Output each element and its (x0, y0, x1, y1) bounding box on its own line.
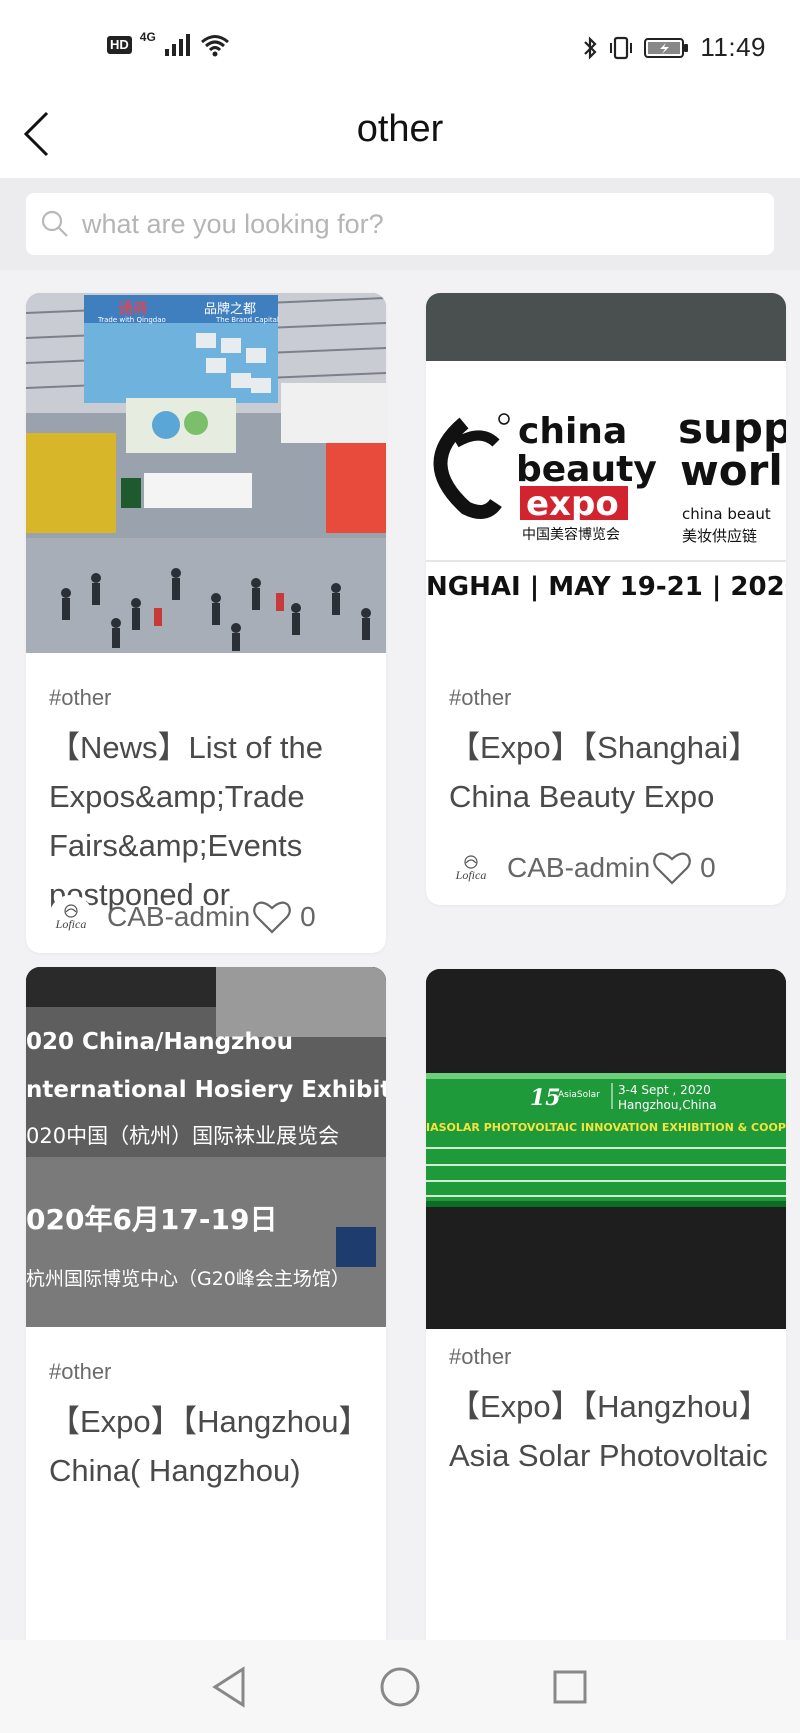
post-title: 【Expo】【Hangzhou】China( Hangzhou) (49, 1404, 354, 1488)
solar-text-date: 3-4 Sept , 2020 (618, 1083, 711, 1097)
hosiery-text-5: 杭州国际博览中心（G20峰会主场馆） (26, 1268, 350, 1290)
expo-text-worl: worl (680, 446, 783, 495)
post-card[interactable]: china beauty expo 中国美容博览会 supp worl chin… (426, 293, 786, 905)
author-row: Lofica CAB-admin 0 (449, 844, 716, 892)
hd-badge: HD (107, 36, 132, 54)
avatar-logo-text: Lofica (55, 917, 87, 931)
banner-text-2: 品牌之都 (204, 301, 256, 317)
post-feed[interactable]: 通商 品牌之都 Trade with Qingdao The Brand Cap… (0, 270, 800, 1640)
expo-text-cn2: 美妆供应链 (682, 527, 757, 545)
hosiery-banner: 020 China/Hangzhou nternational Hosiery … (26, 967, 386, 1327)
heart-icon (253, 901, 292, 934)
author-row: Lofica CAB-admin 0 (49, 893, 316, 941)
expo-text-china-beaut: china beaut (682, 505, 771, 523)
like-count: 0 (300, 901, 316, 932)
author-name[interactable]: CAB-admin (107, 901, 250, 933)
circle-home-icon (380, 1667, 420, 1707)
bluetooth-icon (584, 35, 597, 60)
header: other (0, 96, 800, 178)
triangle-back-icon (212, 1666, 245, 1708)
author-name[interactable]: CAB-admin (507, 852, 650, 884)
like-button[interactable]: 0 (252, 899, 316, 935)
hosiery-text-3: 020中国（杭州）国际袜业展览会 (26, 1124, 339, 1148)
search-bar (0, 178, 800, 270)
post-card[interactable]: 020 China/Hangzhou nternational Hosiery … (26, 967, 386, 1640)
search-input[interactable] (82, 208, 774, 240)
network-type: 4G (139, 30, 156, 44)
clock: 11:49 (700, 32, 766, 62)
post-image: china beauty expo 中国美容博览会 supp worl chin… (426, 293, 786, 653)
banner-text-1: 通商 (118, 299, 148, 317)
solar-text-city: Hangzhou,China (618, 1098, 717, 1112)
solar-text-brand: AsiaSolar (558, 1090, 600, 1100)
expo-date-text: NGHAI | MAY 19-21 | 2020 ED (426, 572, 786, 602)
station-photo: 通商 品牌之都 Trade with Qingdao The Brand Cap… (26, 293, 386, 653)
search-icon (41, 210, 68, 237)
expo-text-china: china (518, 411, 627, 452)
search-box[interactable] (26, 193, 774, 255)
heart-icon (653, 852, 692, 885)
post-tag: #other (49, 1359, 112, 1384)
post-title: 【Expo】【Hangzhou】Asia Solar Photovoltaic (449, 1389, 768, 1473)
status-left: HD 4G (107, 30, 230, 57)
banner-text-4: The Brand Capital (215, 316, 279, 324)
post-image: 15 AsiaSolar 3-4 Sept , 2020 Hangzhou,Ch… (426, 969, 786, 1329)
nav-back-button[interactable] (204, 1662, 254, 1712)
signal-icon (164, 34, 190, 56)
post-image: 020 China/Hangzhou nternational Hosiery … (26, 967, 386, 1327)
post-title: 【News】List of the Expos&amp;Trade Fairs&… (49, 730, 323, 912)
logo-icon (64, 904, 78, 918)
expo-banner: china beauty expo 中国美容博览会 supp worl chin… (426, 293, 786, 653)
like-button[interactable]: 0 (652, 850, 716, 886)
like-count: 0 (700, 852, 716, 883)
avatar: Lofica (49, 895, 93, 939)
status-bar: HD 4G 11:49 (0, 0, 800, 96)
hosiery-text-2: nternational Hosiery Exhibitio (26, 1077, 386, 1103)
post-title: 【Expo】【Shanghai】China Beauty Expo (449, 730, 760, 814)
vibrate-icon (610, 36, 633, 59)
solar-text-title: IASOLAR PHOTOVOLTAIC INNOVATION EXHIBITI… (426, 1121, 786, 1134)
banner-text-3: Trade with Qingdao (97, 316, 166, 324)
page-title: other (356, 108, 444, 150)
post-tag: #other (49, 685, 112, 710)
battery-icon (644, 37, 689, 58)
status-right: 11:49 (582, 32, 766, 63)
hosiery-text-1: 020 China/Hangzhou (26, 1029, 293, 1055)
avatar: Lofica (449, 846, 493, 890)
square-recents-icon (553, 1670, 587, 1704)
post-image: 通商 品牌之都 Trade with Qingdao The Brand Cap… (26, 293, 386, 653)
nav-home-button[interactable] (375, 1662, 425, 1712)
post-card[interactable]: 通商 品牌之都 Trade with Qingdao The Brand Cap… (26, 293, 386, 953)
wifi-icon (200, 35, 229, 57)
logo-icon (464, 855, 478, 869)
post-tag: #other (449, 1344, 512, 1369)
avatar-logo-text: Lofica (455, 868, 487, 882)
solar-text-15: 15 (530, 1085, 561, 1111)
post-tag: #other (449, 685, 512, 710)
solar-banner: 15 AsiaSolar 3-4 Sept , 2020 Hangzhou,Ch… (426, 969, 786, 1329)
post-card[interactable]: 15 AsiaSolar 3-4 Sept , 2020 Hangzhou,Ch… (426, 969, 786, 1640)
expo-text-expo: expo (526, 484, 619, 524)
system-nav-bar (0, 1640, 800, 1733)
expo-text-cn: 中国美容博览会 (522, 526, 620, 543)
nav-recents-button[interactable] (545, 1662, 595, 1712)
hosiery-text-4: 020年6月17-19日 (26, 1203, 277, 1236)
